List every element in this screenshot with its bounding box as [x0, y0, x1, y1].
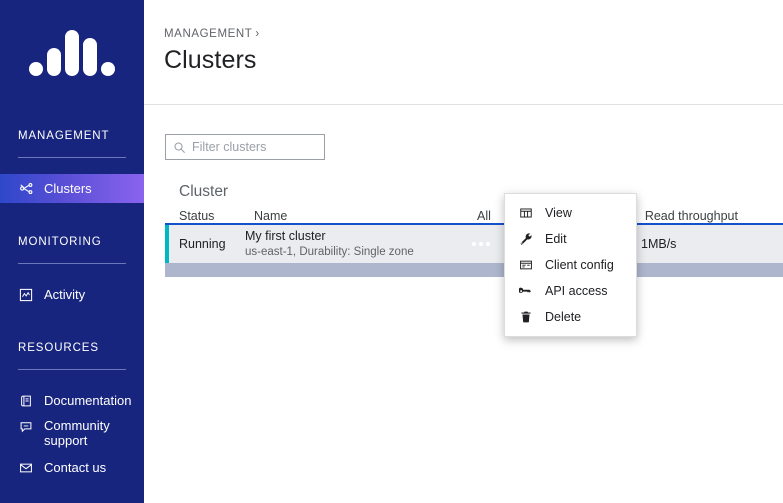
sidebar-divider-monitoring [18, 263, 126, 264]
kebab-dot-3 [486, 242, 490, 246]
menu-item-label-client-config: Client config [545, 258, 614, 272]
menu-item-label-view: View [545, 206, 572, 220]
sidebar-item-activity[interactable]: Activity [0, 280, 144, 309]
sidebar-item-community-support[interactable]: Community support [0, 415, 144, 453]
sidebar-section-monitoring: MONITORING Activity [0, 233, 144, 309]
kebab-dot-2 [479, 242, 483, 246]
sidebar-section-label-resources: RESOURCES [18, 342, 99, 354]
logo-bar-2 [47, 47, 61, 76]
clusters-table: Cluster Status Name All Read throughput … [165, 183, 783, 337]
sidebar-section-label-monitoring: MONITORING [18, 236, 102, 248]
chevron-right-icon: › [255, 28, 260, 40]
page-title: Clusters [164, 46, 257, 74]
sidebar-divider-management [18, 157, 126, 158]
sidebar-section-resources: RESOURCES Documentation Community suppor… [0, 339, 144, 482]
activity-chart-icon [18, 287, 34, 303]
logo-bar-3 [65, 29, 79, 76]
more-options-icon[interactable] [472, 238, 498, 250]
menu-item-label-edit: Edit [545, 232, 567, 246]
sidebar-item-label-documentation: Documentation [44, 393, 132, 408]
page-header: MANAGEMENT › Clusters [144, 0, 783, 105]
sidebar-item-label-clusters: Clusters [44, 181, 92, 196]
sidebar-section-label-management: MANAGEMENT [18, 130, 110, 142]
sidebar-item-contact-us[interactable]: Contact us [0, 453, 144, 482]
sidebar-item-clusters[interactable]: Clusters [0, 174, 144, 203]
search-icon [173, 141, 186, 154]
menu-item-client-config[interactable]: Client config [505, 252, 636, 278]
logo-dot-right [101, 61, 115, 76]
logo-dot-left [29, 61, 43, 76]
logo-container [0, 0, 144, 105]
column-header-read-throughput[interactable]: Read throughput [645, 209, 783, 223]
kebab-dot-1 [472, 242, 476, 246]
key-icon [518, 283, 534, 299]
content-area: Cluster Status Name All Read throughput … [144, 105, 783, 337]
chat-bubble-icon [18, 419, 34, 435]
menu-item-label-api-access: API access [545, 284, 608, 298]
sidebar-item-documentation[interactable]: Documentation [0, 386, 144, 415]
menu-item-view[interactable]: View [505, 200, 636, 226]
cell-name: My first cluster us-east-1, Durability: … [245, 229, 471, 259]
breadcrumb-management[interactable]: MANAGEMENT [164, 28, 252, 40]
app-root: MANAGEMENT Clusters MONITORING Activity … [0, 0, 783, 503]
main-content: MANAGEMENT› Clusters Cluster Status Nam [144, 0, 783, 503]
filter-clusters-box[interactable] [165, 134, 325, 160]
row-context-menu: View Edit Client config API access Delet… [504, 193, 637, 337]
cluster-detail: us-east-1, Durability: Single zone [245, 246, 414, 258]
sidebar-item-label-contact-us: Contact us [44, 460, 107, 475]
sidebar-item-label-activity: Activity [44, 287, 86, 302]
envelope-icon [18, 460, 34, 476]
breadcrumb[interactable]: MANAGEMENT › [164, 28, 783, 40]
cluster-name: My first cluster [245, 229, 326, 243]
column-header-status[interactable]: Status [179, 209, 254, 223]
cell-status: Running [179, 237, 226, 251]
column-header-name[interactable]: Name [254, 209, 477, 223]
table-row[interactable]: Running My first cluster us-east-1, Dura… [165, 225, 783, 263]
menu-item-api-access[interactable]: API access [505, 278, 636, 304]
table-column-headers: Status Name All Read throughput [165, 203, 783, 225]
trash-icon [518, 309, 534, 325]
wrench-icon [518, 231, 534, 247]
sidebar-divider-resources [18, 369, 126, 370]
waveform-logo [29, 29, 115, 76]
menu-item-label-delete: Delete [545, 310, 582, 324]
sidebar: MANAGEMENT Clusters MONITORING Activity … [0, 0, 144, 503]
search-input[interactable] [192, 140, 320, 154]
cluster-nodes-icon [18, 181, 34, 197]
client-config-icon [518, 257, 534, 273]
menu-item-edit[interactable]: Edit [505, 226, 636, 252]
documentation-book-icon [18, 393, 34, 409]
sidebar-section-management: MANAGEMENT Clusters [0, 127, 144, 203]
sidebar-item-label-community-support: Community support [44, 418, 110, 448]
table-group-header: Cluster [179, 183, 229, 200]
table-view-icon [518, 205, 534, 221]
logo-bar-4 [83, 37, 97, 76]
menu-item-delete[interactable]: Delete [505, 304, 636, 330]
cell-read-throughput: 1MB/s [641, 237, 677, 251]
table-horizontal-scrollbar[interactable] [165, 263, 783, 277]
